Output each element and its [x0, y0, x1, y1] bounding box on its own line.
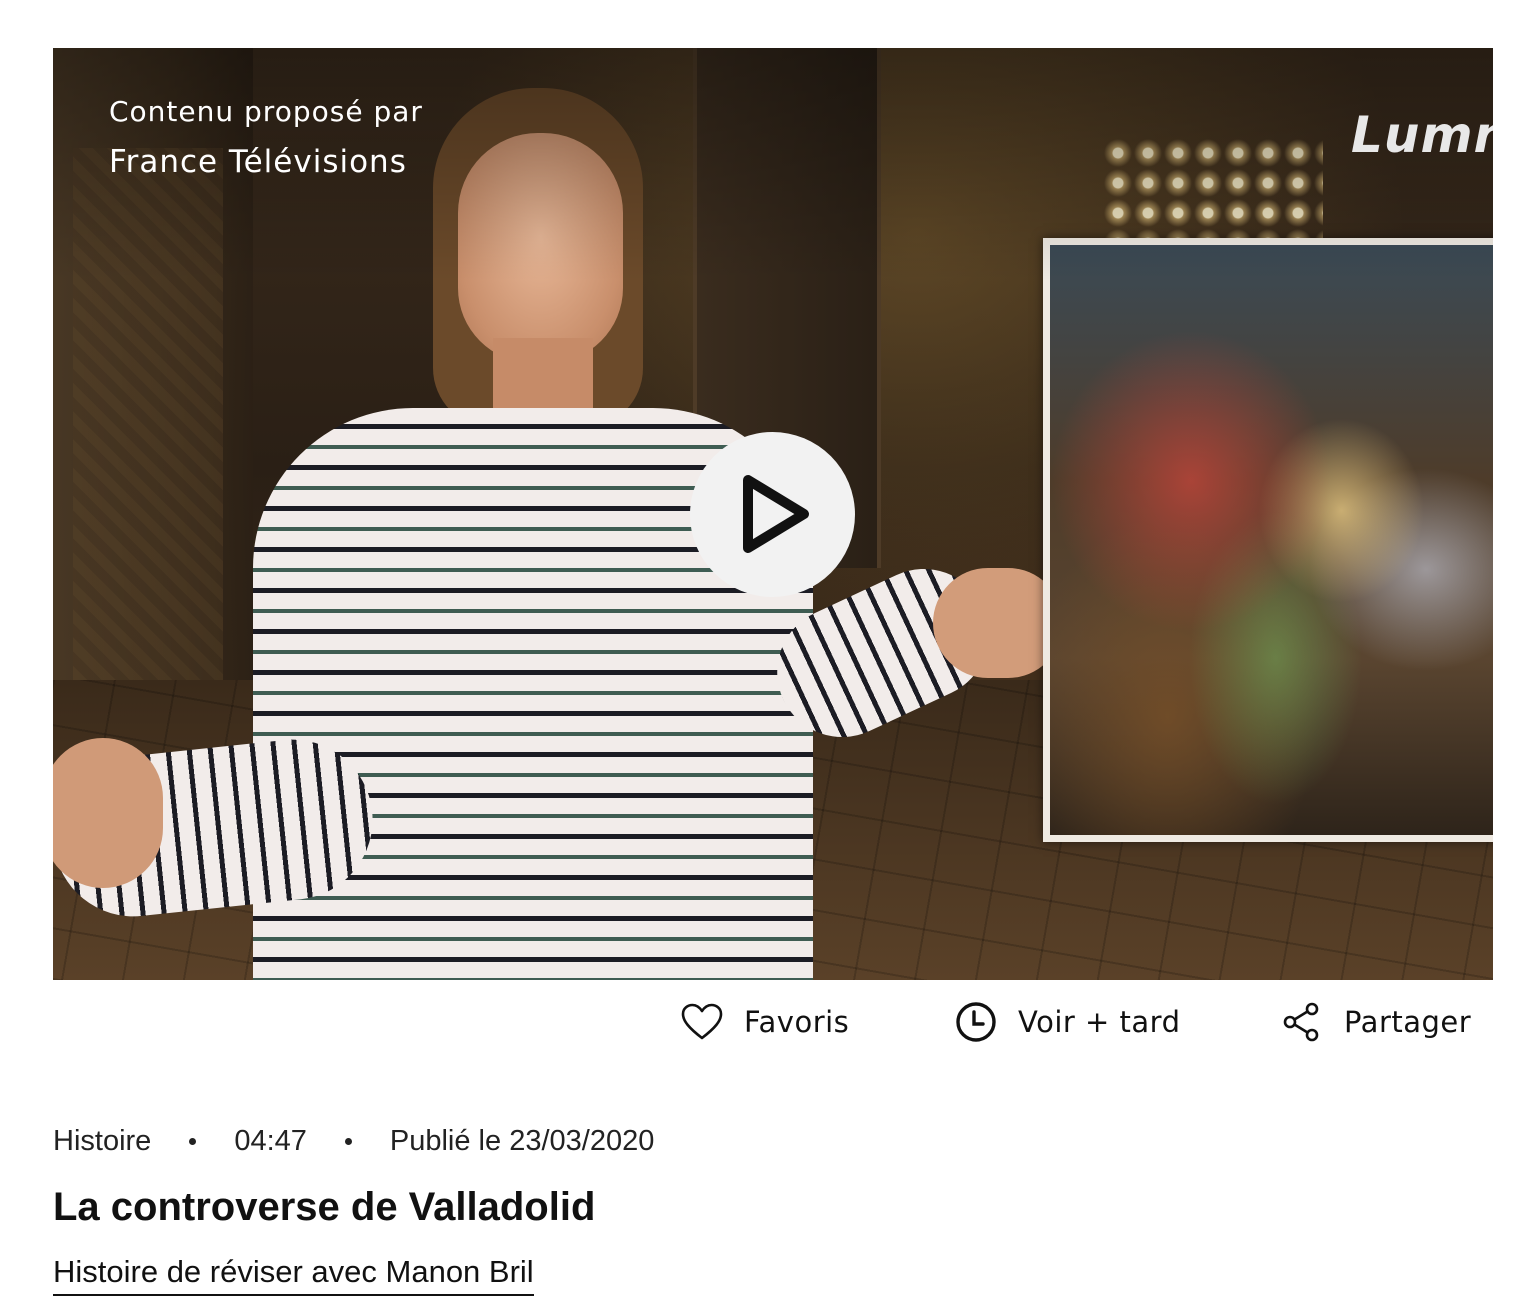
share-icon [1280, 1000, 1324, 1044]
provider-name: France Télévisions [109, 144, 407, 180]
channel-logo: Lumn [1351, 106, 1493, 164]
play-icon [743, 475, 809, 553]
video-player[interactable]: Contenu proposé par France Télévisions L… [53, 48, 1493, 980]
share-label: Partager [1344, 1005, 1472, 1039]
clock-icon [954, 1000, 998, 1044]
series-link[interactable]: Histoire de réviser avec Manon Bril [53, 1254, 534, 1296]
video-title: La controverse de Valladolid [53, 1185, 596, 1229]
separator-dot [344, 1137, 352, 1145]
watch-later-label: Voir + tard [1018, 1005, 1181, 1039]
favorites-button[interactable]: Favoris [680, 996, 849, 1048]
video-meta: Histoire 04:47 Publié le 23/03/2020 [53, 1120, 654, 1162]
duration-label: 04:47 [234, 1124, 307, 1157]
provider-label: Contenu proposé par [109, 95, 423, 128]
published-date: Publié le 23/03/2020 [389, 1124, 655, 1157]
watch-later-button[interactable]: Voir + tard [954, 996, 1181, 1048]
heart-icon [680, 1000, 724, 1044]
share-button[interactable]: Partager [1280, 996, 1471, 1048]
provider-credit: Contenu proposé par France Télévisions [109, 86, 423, 188]
play-button[interactable] [690, 432, 855, 597]
subject-label: Histoire [53, 1124, 152, 1157]
video-page: Contenu proposé par France Télévisions L… [0, 0, 1530, 1304]
favorites-label: Favoris [744, 1005, 850, 1039]
separator-dot [189, 1137, 197, 1145]
